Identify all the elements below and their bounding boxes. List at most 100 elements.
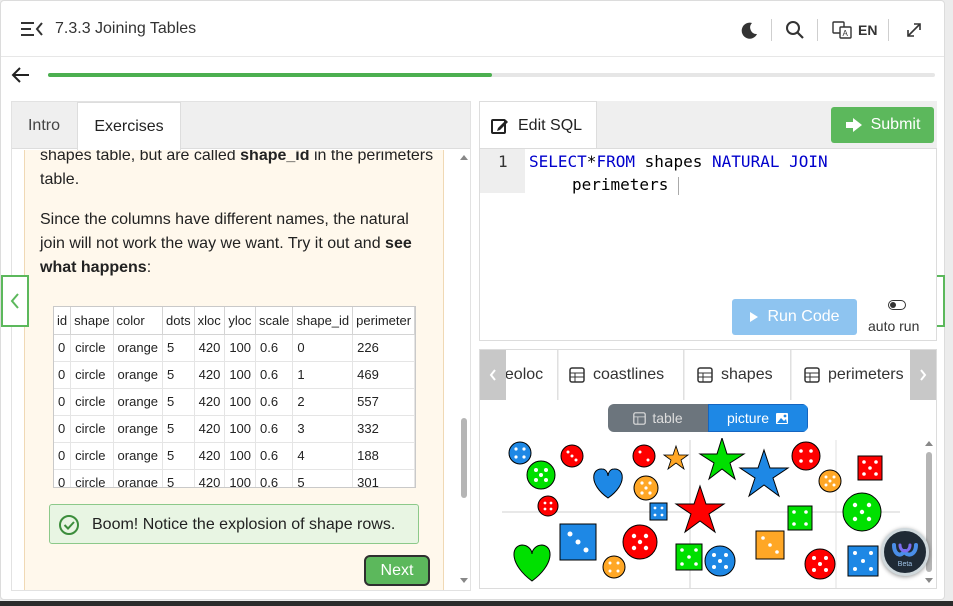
table-cell: 0 [292, 334, 354, 362]
table-cell: 4 [292, 442, 354, 470]
chevron-right-icon [920, 369, 927, 381]
taskbar-strip [0, 601, 953, 606]
dark-mode-icon[interactable] [741, 18, 759, 42]
sql-editor-panel: Edit SQL Submit 1 SELECT*FROM shapes NAT… [479, 101, 937, 341]
table-cell: orange [113, 469, 164, 487]
tab-edit-sql[interactable]: Edit SQL [479, 101, 597, 149]
keyword: SELECT [529, 152, 587, 171]
table-cell: 5 [162, 469, 195, 487]
expand-icon[interactable] [904, 18, 924, 42]
table-cell: 100 [224, 334, 257, 362]
scroll-down-icon[interactable] [457, 576, 471, 586]
code-editor[interactable]: 1 SELECT*FROM shapes NATURAL JOIN perime… [479, 148, 937, 341]
exercise-content: shapes table, but are called shape_id in… [24, 150, 444, 590]
result-table: id shape color dots xloc yloc scale shap… [53, 306, 416, 488]
column-header[interactable]: id [54, 307, 72, 335]
table-cell: orange [113, 361, 164, 389]
badge-label: Beta [897, 561, 913, 568]
table-cell: 100 [224, 361, 257, 389]
table-icon [569, 367, 585, 383]
table-cell: circle [70, 334, 114, 362]
table-header-row: id shape color dots xloc yloc scale shap… [54, 307, 415, 335]
text: Since the columns have different names, … [40, 211, 409, 252]
divider [817, 19, 818, 41]
tab-coastlines[interactable]: coastlines [559, 350, 684, 400]
view-label: picture [726, 410, 770, 426]
run-label: Run Code [767, 308, 840, 325]
edit-icon [491, 118, 508, 134]
tab-perimeters[interactable]: perimeters [792, 350, 920, 400]
back-arrow-icon[interactable] [11, 65, 31, 85]
tabs-scroll-right[interactable] [910, 350, 936, 400]
tab-exercises[interactable]: Exercises [77, 102, 181, 150]
column-header[interactable]: yloc [224, 307, 257, 335]
view-label: table [652, 410, 683, 426]
table-cell: circle [70, 388, 114, 416]
top-bar: 7.3.3 Joining Tables A EN [1, 1, 944, 57]
table-cell: circle [70, 442, 114, 470]
column-header[interactable]: xloc [194, 307, 226, 335]
table-cell: 0 [54, 361, 72, 389]
column-header[interactable]: scale [255, 307, 294, 335]
tabs-scroll-left[interactable] [480, 350, 506, 400]
code-text: perimeters [572, 175, 669, 194]
chevron-left-icon [489, 369, 496, 381]
instructions-panel: Intro Exercises shapes table, but are ca… [11, 101, 471, 591]
tab-shapes[interactable]: shapes [685, 350, 791, 400]
instructions-scrollbar[interactable] [457, 150, 471, 590]
table-cell: orange [113, 334, 164, 362]
table-cell: 100 [224, 469, 257, 487]
keyword: NATURAL JOIN [712, 152, 828, 171]
code-line-1[interactable]: SELECT*FROM shapes NATURAL JOIN [529, 152, 828, 171]
scroll-down-icon[interactable] [922, 576, 936, 586]
table-cell: 100 [224, 388, 257, 416]
table-row: 0 circle orange 5 420 100 0.6 5 301 [54, 469, 415, 487]
text: : [146, 259, 152, 276]
table-icon [697, 367, 713, 383]
divider [771, 19, 772, 41]
view-picture-button[interactable]: picture [708, 404, 808, 432]
table-cell: 0.6 [255, 334, 294, 362]
scroll-up-icon[interactable] [922, 438, 936, 448]
table-cell: circle [70, 415, 114, 443]
table-row: 0 circle orange 5 420 100 0.6 0 226 [54, 334, 415, 362]
tab-label: shapes [721, 366, 773, 383]
scroll-up-icon[interactable] [457, 152, 471, 162]
code-text: shapes [634, 152, 713, 171]
result-grid: id shape color dots xloc yloc scale shap… [54, 307, 415, 487]
table-cell: 0.6 [255, 388, 294, 416]
column-header[interactable]: color [113, 307, 164, 335]
table-cell: 226 [352, 334, 415, 362]
column-header[interactable]: shape [70, 307, 114, 335]
table-cell: 0 [54, 334, 72, 362]
column-header[interactable]: perimeter [352, 307, 415, 335]
success-message: Boom! Notice the explosion of shape rows… [49, 504, 419, 544]
language-switch[interactable]: A EN [832, 18, 877, 42]
line-number: 1 [498, 152, 508, 171]
table-cell: 5 [162, 442, 195, 470]
code-line-2[interactable]: perimeters [572, 175, 680, 195]
table-cell: 5 [162, 388, 195, 416]
app-window: 7.3.3 Joining Tables A EN Intro Exercise… [0, 0, 945, 600]
translate-icon: A [832, 21, 852, 39]
assistant-badge[interactable]: Beta [881, 528, 929, 576]
column-header[interactable]: shape_id [292, 307, 354, 335]
paragraph-2: Since the columns have different names, … [40, 208, 435, 280]
keyword: FROM [596, 152, 635, 171]
view-table-button[interactable]: table [608, 404, 708, 432]
menu-collapse-icon[interactable] [21, 20, 43, 38]
progress-fill [48, 73, 492, 77]
run-code-button[interactable]: Run Code [732, 299, 857, 335]
table-cell: 0.6 [255, 469, 294, 487]
submit-label: Submit [870, 116, 921, 133]
submit-button[interactable]: Submit [831, 107, 934, 143]
tab-intro[interactable]: Intro [12, 102, 76, 150]
scrollbar-thumb[interactable] [461, 418, 467, 498]
table-cell: orange [113, 415, 164, 443]
next-button[interactable]: Next [364, 555, 430, 586]
column-header[interactable]: dots [162, 307, 195, 335]
search-icon[interactable] [785, 18, 805, 42]
progress-bar [48, 73, 935, 77]
autorun-toggle[interactable] [888, 300, 906, 310]
prev-page-button[interactable] [1, 275, 29, 327]
